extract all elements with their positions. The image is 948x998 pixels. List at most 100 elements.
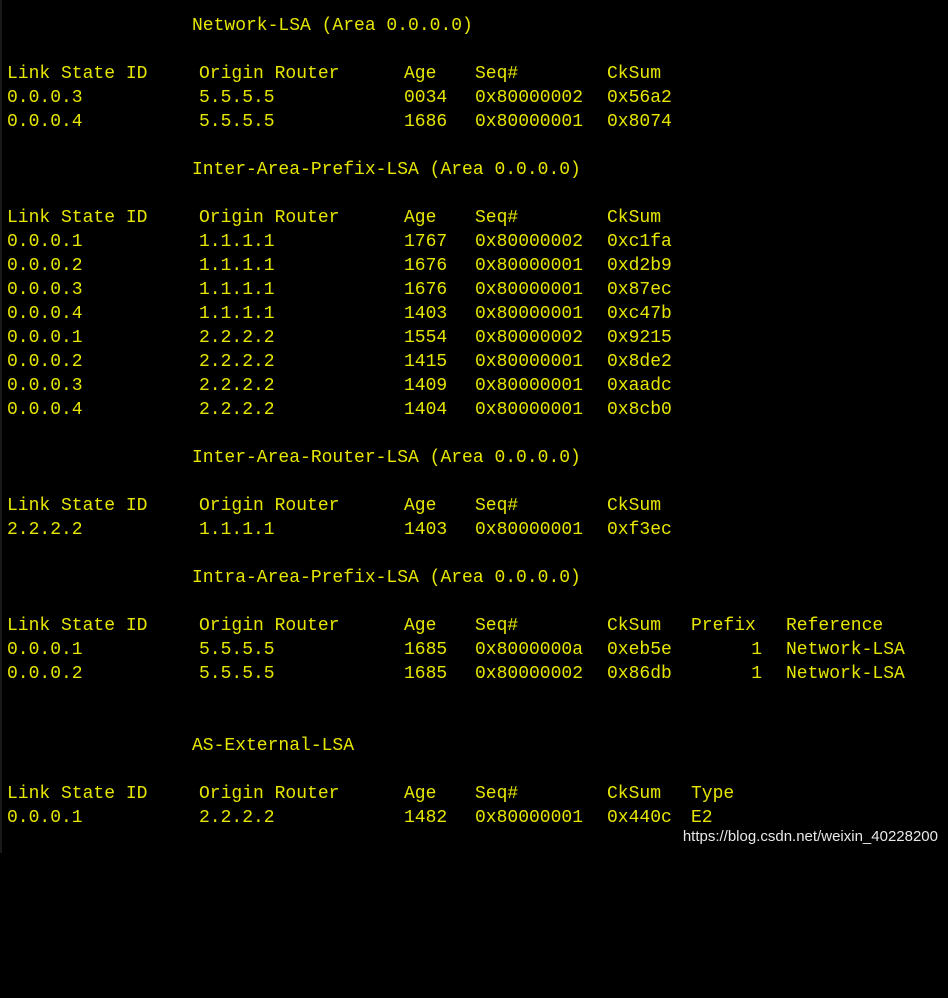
table-header: Link State ID Origin Router Age Seq# CkS…	[7, 62, 661, 86]
cell-seq: 0x80000001	[475, 256, 584, 276]
watermark-url: https://blog.csdn.net/weixin_40228200	[682, 828, 938, 845]
cell-age: 1403	[404, 304, 448, 324]
cell-origin-router: 1.1.1.1	[199, 256, 275, 276]
section-title: Inter-Area-Router-LSA (Area 0.0.0.0)	[192, 448, 581, 468]
cell-cksum: 0xc47b	[607, 304, 672, 324]
header-link-state-id: Link State ID	[7, 616, 148, 636]
cell-cksum: 0x9215	[607, 328, 672, 348]
table-header: Link State ID Origin Router Age Seq# CkS…	[7, 782, 734, 806]
cell-seq: 0x80000001	[475, 112, 584, 132]
table-row: 0.0.0.4 1.1.1.1 1403 0x80000001 0xc47b	[7, 302, 672, 326]
cell-seq: 0x80000002	[475, 88, 584, 108]
table-row: 0.0.0.3 2.2.2.2 1409 0x80000001 0xaadc	[7, 374, 672, 398]
cell-origin-router: 2.2.2.2	[199, 808, 275, 828]
cell-seq: 0x80000002	[475, 664, 584, 684]
table-row: 0.0.0.4 2.2.2.2 1404 0x80000001 0x8cb0	[7, 398, 672, 422]
header-seq: Seq#	[475, 208, 519, 228]
header-origin-router: Origin Router	[199, 616, 340, 636]
cell-origin-router: 1.1.1.1	[199, 232, 275, 252]
cell-age: 1686	[404, 112, 448, 132]
cell-origin-router: 1.1.1.1	[199, 520, 275, 540]
cell-cksum: 0x8074	[607, 112, 672, 132]
cell-type: E2	[691, 808, 713, 828]
cell-seq: 0x80000001	[475, 376, 584, 396]
header-age: Age	[404, 784, 437, 804]
header-origin-router: Origin Router	[199, 496, 340, 516]
cell-origin-router: 2.2.2.2	[199, 400, 275, 420]
cell-seq: 0x80000001	[475, 352, 584, 372]
section-title-network-lsa: Network-LSA (Area 0.0.0.0)	[7, 14, 473, 38]
cell-cksum: 0xc1fa	[607, 232, 672, 252]
section-title: Network-LSA (Area 0.0.0.0)	[192, 16, 473, 36]
header-origin-router: Origin Router	[199, 208, 340, 228]
header-link-state-id: Link State ID	[7, 208, 148, 228]
section-title-intra-area-prefix-lsa: Intra-Area-Prefix-LSA (Area 0.0.0.0)	[7, 566, 581, 590]
cell-age: 0034	[404, 88, 448, 108]
cell-seq: 0x80000002	[475, 328, 584, 348]
cell-prefix: 1	[751, 640, 762, 660]
cell-age: 1403	[404, 520, 448, 540]
header-origin-router: Origin Router	[199, 64, 340, 84]
cell-origin-router: 5.5.5.5	[199, 88, 275, 108]
cell-link-state-id: 0.0.0.2	[7, 352, 83, 372]
cell-age: 1767	[404, 232, 448, 252]
section-title: AS-External-LSA	[192, 736, 355, 756]
cell-link-state-id: 2.2.2.2	[7, 520, 83, 540]
cell-seq: 0x80000001	[475, 304, 584, 324]
cell-seq: 0x80000001	[475, 808, 584, 828]
section-title-inter-area-prefix-lsa: Inter-Area-Prefix-LSA (Area 0.0.0.0)	[7, 158, 581, 182]
table-row: 0.0.0.1 2.2.2.2 1482 0x80000001 0x440c E…	[7, 806, 713, 830]
cell-age: 1554	[404, 328, 448, 348]
cell-seq: 0x80000001	[475, 280, 584, 300]
section-title-as-external-lsa: AS-External-LSA	[7, 734, 354, 758]
table-row: 0.0.0.2 2.2.2.2 1415 0x80000001 0x8de2	[7, 350, 672, 374]
cell-cksum: 0x86db	[607, 664, 672, 684]
table-row: 0.0.0.4 5.5.5.5 1686 0x80000001 0x8074	[7, 110, 672, 134]
table-row: 0.0.0.1 1.1.1.1 1767 0x80000002 0xc1fa	[7, 230, 672, 254]
header-seq: Seq#	[475, 784, 519, 804]
cell-reference: Network-LSA	[786, 664, 905, 684]
header-cksum: CkSum	[607, 208, 662, 228]
cell-age: 1676	[404, 280, 448, 300]
cell-age: 1685	[404, 640, 448, 660]
table-row: 0.0.0.3 5.5.5.5 0034 0x80000002 0x56a2	[7, 86, 672, 110]
cell-origin-router: 2.2.2.2	[199, 328, 275, 348]
cell-prefix: 1	[751, 664, 762, 684]
cell-link-state-id: 0.0.0.2	[7, 256, 83, 276]
header-cksum: CkSum	[607, 496, 662, 516]
header-cksum: CkSum	[607, 616, 662, 636]
terminal-window: Network-LSA (Area 0.0.0.0) Link State ID…	[0, 0, 948, 853]
header-origin-router: Origin Router	[199, 784, 340, 804]
cell-origin-router: 1.1.1.1	[199, 280, 275, 300]
header-age: Age	[404, 64, 437, 84]
header-seq: Seq#	[475, 496, 519, 516]
cell-age: 1415	[404, 352, 448, 372]
cell-cksum: 0x440c	[607, 808, 672, 828]
cell-age: 1409	[404, 376, 448, 396]
cell-age: 1676	[404, 256, 448, 276]
cell-cksum: 0x8de2	[607, 352, 672, 372]
header-age: Age	[404, 616, 437, 636]
header-cksum: CkSum	[607, 784, 662, 804]
cell-age: 1482	[404, 808, 448, 828]
table-row: 2.2.2.2 1.1.1.1 1403 0x80000001 0xf3ec	[7, 518, 672, 542]
table-row: 0.0.0.2 1.1.1.1 1676 0x80000001 0xd2b9	[7, 254, 672, 278]
cell-link-state-id: 0.0.0.2	[7, 664, 83, 684]
table-row: 0.0.0.2 5.5.5.5 1685 0x80000002 0x86db 1…	[7, 662, 905, 686]
cell-seq: 0x80000001	[475, 520, 584, 540]
table-header: Link State ID Origin Router Age Seq# CkS…	[7, 494, 661, 518]
cell-link-state-id: 0.0.0.1	[7, 808, 83, 828]
section-title: Intra-Area-Prefix-LSA (Area 0.0.0.0)	[192, 568, 581, 588]
cell-cksum: 0xd2b9	[607, 256, 672, 276]
header-prefix: Prefix	[691, 616, 756, 636]
cell-cksum: 0x56a2	[607, 88, 672, 108]
table-row: 0.0.0.1 2.2.2.2 1554 0x80000002 0x9215	[7, 326, 672, 350]
cell-cksum: 0xeb5e	[607, 640, 672, 660]
header-type: Type	[691, 784, 735, 804]
header-seq: Seq#	[475, 616, 519, 636]
cell-origin-router: 2.2.2.2	[199, 376, 275, 396]
table-row: 0.0.0.1 5.5.5.5 1685 0x8000000a 0xeb5e 1…	[7, 638, 905, 662]
cell-link-state-id: 0.0.0.1	[7, 328, 83, 348]
header-link-state-id: Link State ID	[7, 64, 148, 84]
cell-link-state-id: 0.0.0.3	[7, 280, 83, 300]
